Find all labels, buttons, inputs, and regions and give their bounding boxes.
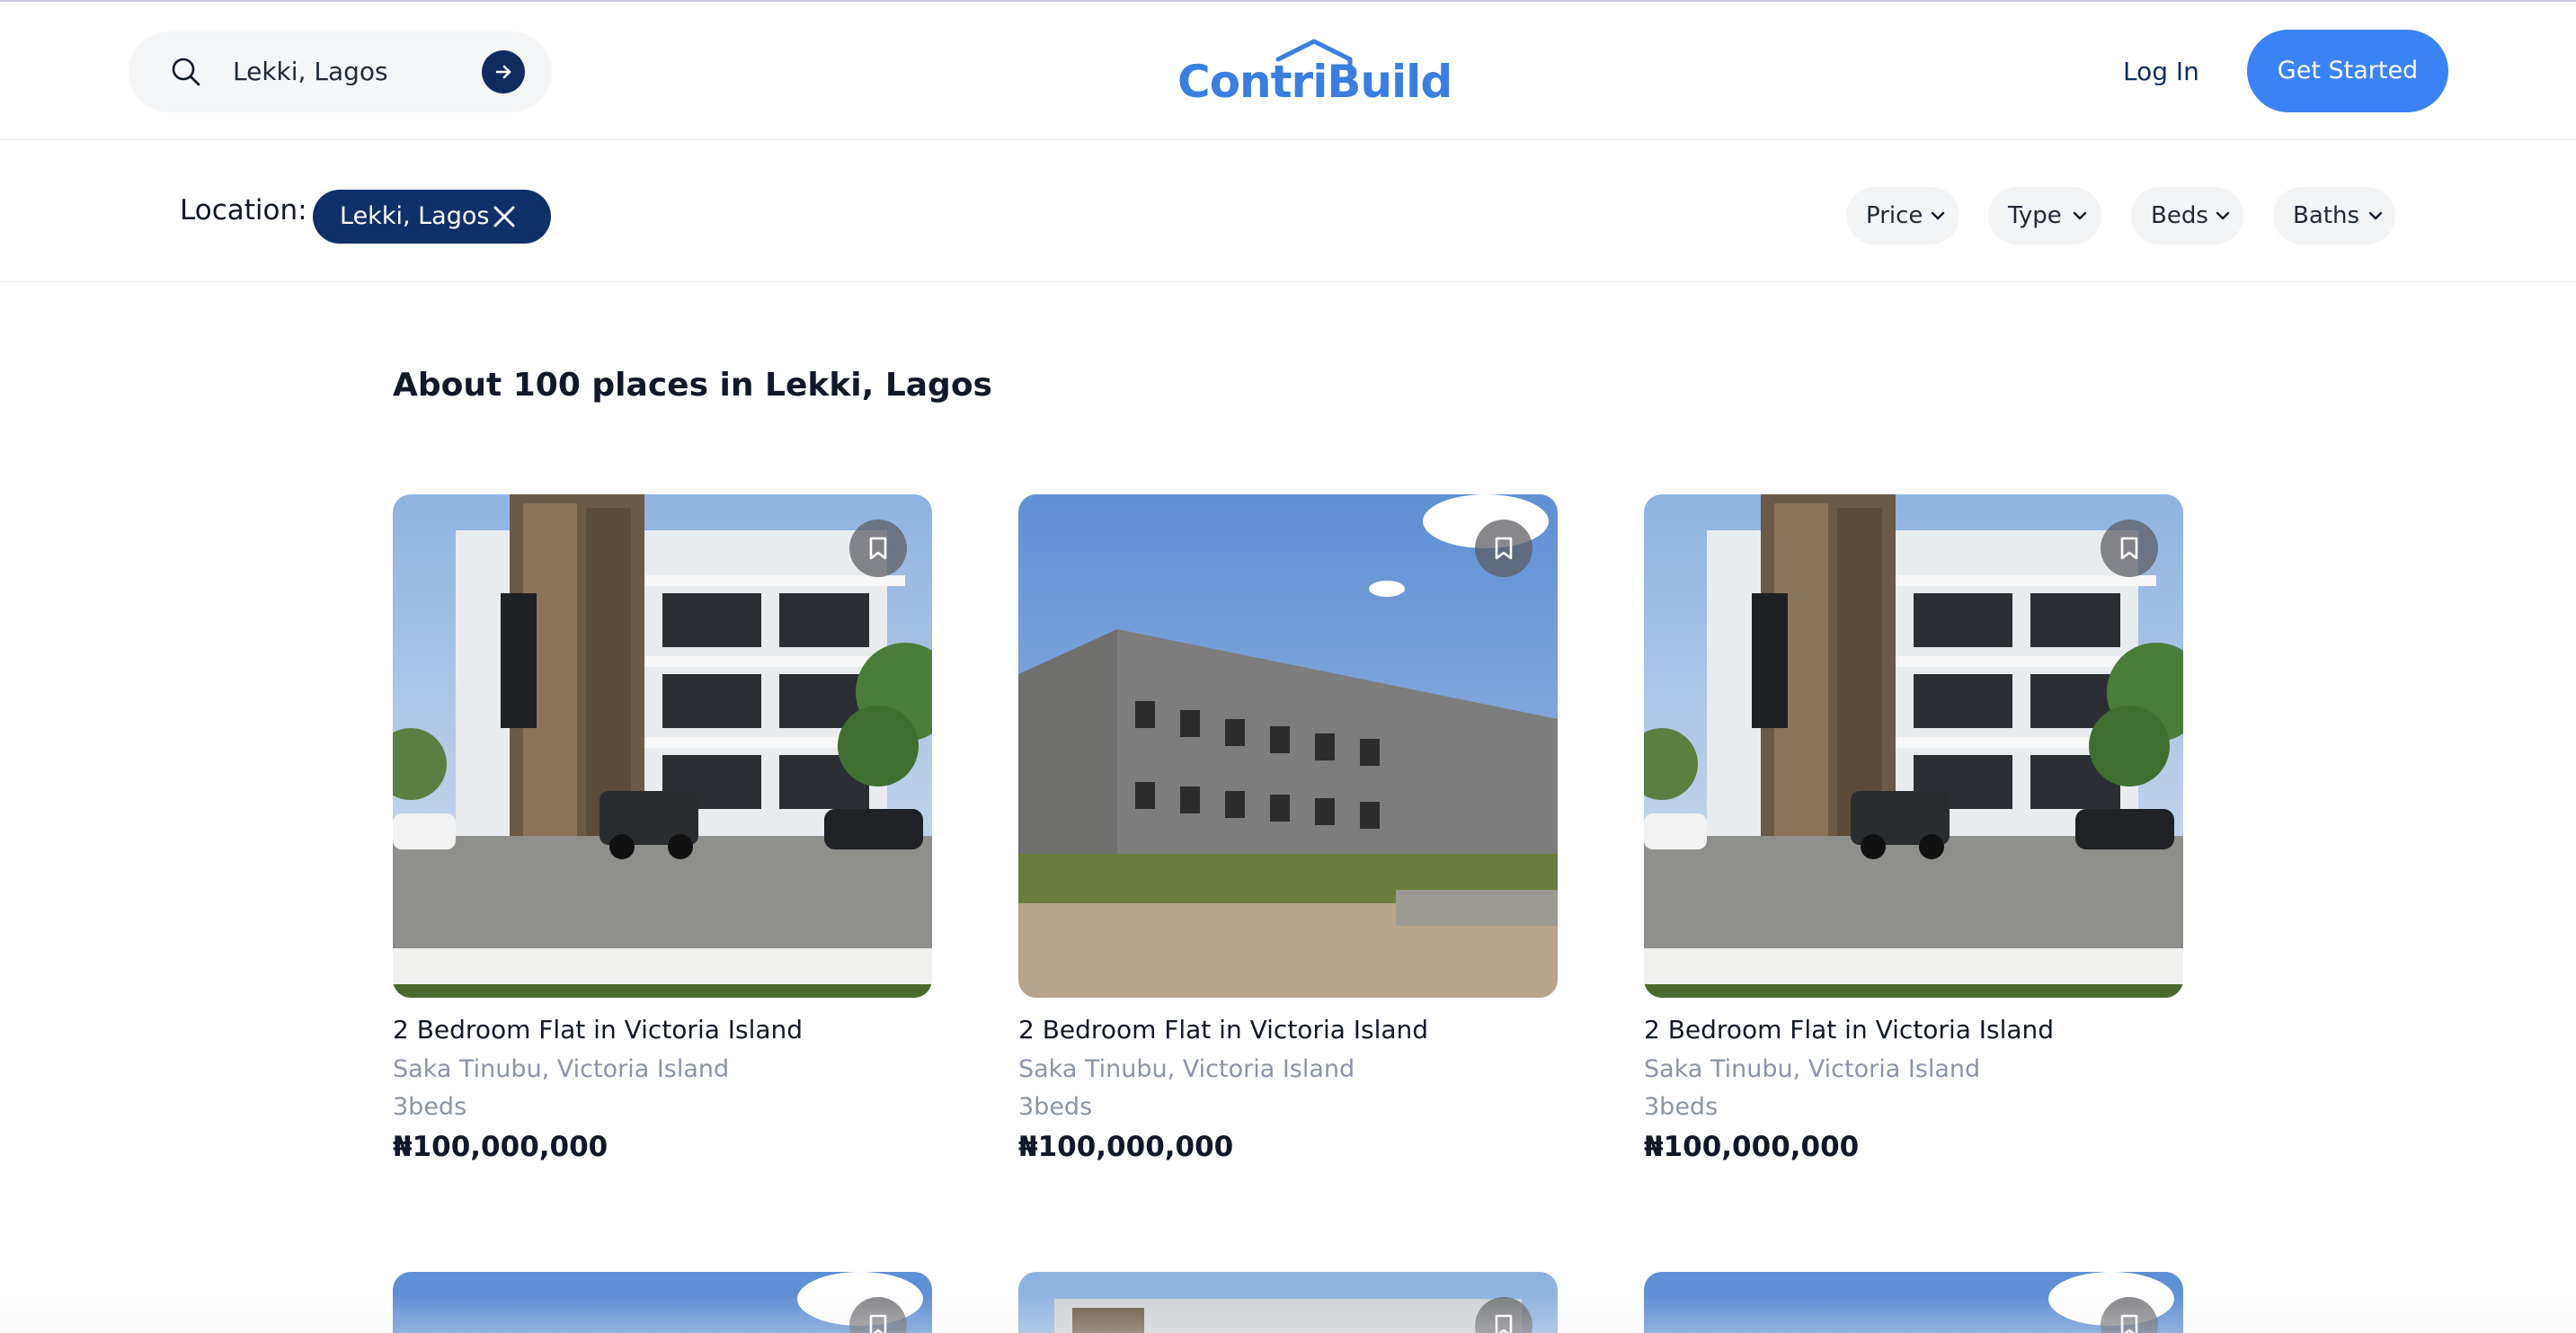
chevron-down-icon [1931, 211, 1945, 220]
chevron-down-icon [2216, 211, 2230, 220]
dropdown-label: Baths [2293, 202, 2359, 229]
close-icon[interactable] [491, 203, 518, 230]
bookmark-icon [1495, 1314, 1513, 1333]
location-chip-label: Lekki, Lagos [340, 202, 490, 230]
search-bar[interactable]: Lekki, Lagos [129, 31, 552, 112]
chevron-down-icon [2368, 211, 2383, 220]
chevron-down-icon [2073, 211, 2087, 220]
bookmark-icon [1495, 537, 1513, 560]
login-link[interactable]: Log In [2123, 49, 2199, 94]
filter-bar: Location: Lekki, Lagos Price Type Beds B… [0, 140, 2576, 282]
listing-card[interactable] [1644, 1272, 2183, 1333]
unfinished-building-photo [1018, 494, 1558, 998]
bookmark-icon [2120, 537, 2138, 560]
bookmark-icon [869, 537, 887, 560]
location-label: Location: [180, 194, 307, 227]
baths-filter-dropdown[interactable]: Baths [2273, 187, 2395, 244]
price-filter-dropdown[interactable]: Price [1846, 187, 1959, 244]
type-filter-dropdown[interactable]: Type [1988, 187, 2101, 244]
modern-building-photo [1644, 494, 2183, 998]
dropdown-label: Type [2008, 202, 2062, 229]
listing-beds: 3beds [1644, 1093, 1719, 1121]
listing-beds: 3beds [393, 1093, 467, 1121]
listing-photo[interactable] [393, 494, 932, 998]
search-icon [172, 58, 200, 86]
search-input[interactable]: Lekki, Lagos [233, 31, 388, 112]
listing-price: ₦100,000,000 [393, 1131, 608, 1163]
get-started-button[interactable]: Get Started [2247, 30, 2448, 112]
top-navbar: Lekki, Lagos ContriBuild Log In Get Star… [0, 2, 2576, 140]
bookmark-button[interactable] [2101, 520, 2158, 577]
listing-price: ₦100,000,000 [1644, 1131, 1860, 1163]
modern-building-photo [393, 494, 932, 998]
brand-logo[interactable]: ContriBuild [1177, 38, 1452, 108]
listing-price: ₦100,000,000 [1018, 1131, 1234, 1163]
results-heading: About 100 places in Lekki, Lagos [393, 367, 992, 404]
search-submit-button[interactable] [482, 50, 525, 93]
listing-title[interactable]: 2 Bedroom Flat in Victoria Island [1644, 1015, 2054, 1044]
listing-title[interactable]: 2 Bedroom Flat in Victoria Island [1018, 1015, 1428, 1044]
listing-title[interactable]: 2 Bedroom Flat in Victoria Island [393, 1015, 803, 1044]
listing-location: Saka Tinubu, Victoria Island [1644, 1055, 1981, 1083]
bookmark-icon [869, 1314, 887, 1333]
bookmark-button[interactable] [1475, 520, 1532, 577]
dropdown-label: Price [1866, 202, 1923, 229]
listing-photo[interactable] [1018, 494, 1558, 998]
listing-location: Saka Tinubu, Victoria Island [1018, 1055, 1355, 1083]
listing-card[interactable] [393, 1272, 932, 1333]
listing-beds: 3beds [1018, 1093, 1093, 1121]
listing-location: Saka Tinubu, Victoria Island [393, 1055, 730, 1083]
dropdown-label: Beds [2151, 202, 2208, 229]
location-chip[interactable]: Lekki, Lagos [313, 190, 551, 244]
listing-card[interactable] [1018, 1272, 1558, 1333]
beds-filter-dropdown[interactable]: Beds [2131, 187, 2243, 244]
bookmark-icon [2120, 1314, 2138, 1333]
logo-text: ContriBuild [1177, 56, 1452, 108]
bookmark-button[interactable] [849, 520, 907, 577]
listing-photo[interactable] [1644, 494, 2183, 998]
arrow-right-icon [495, 65, 511, 79]
